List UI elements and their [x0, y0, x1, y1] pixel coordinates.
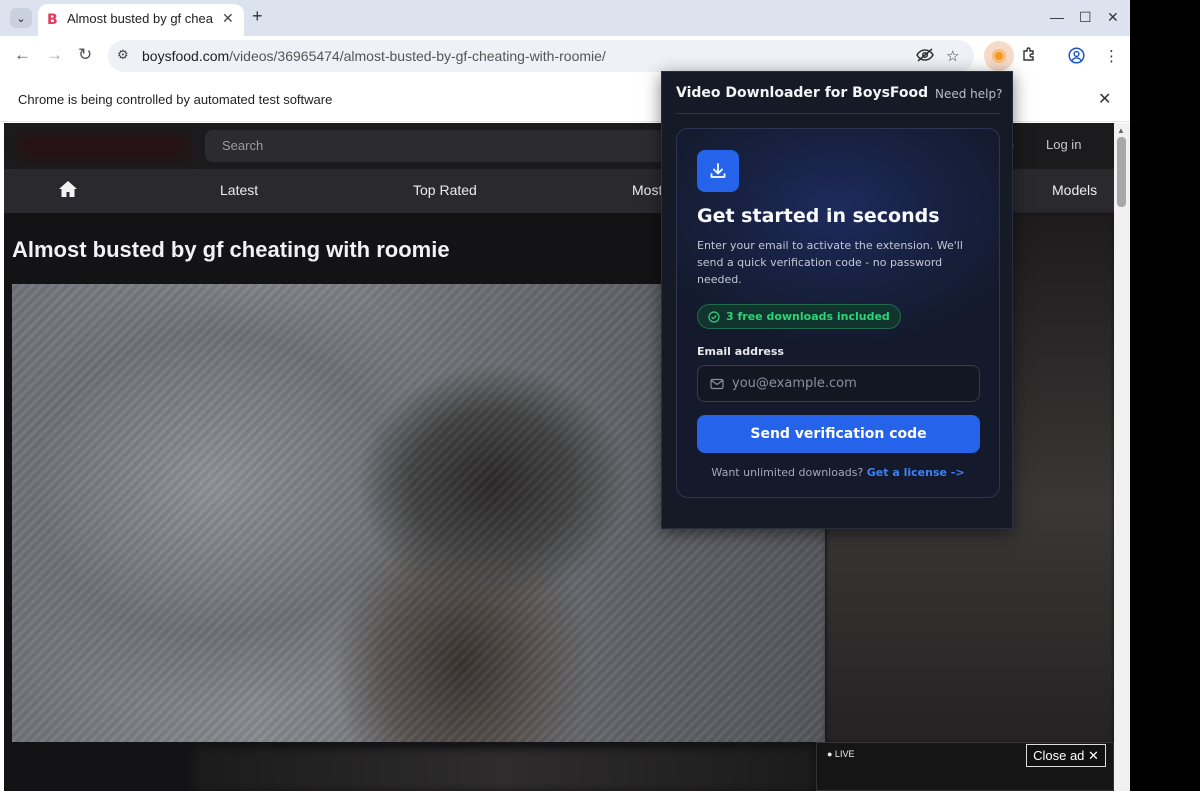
popup-title: Video Downloader for BoysFood — [676, 85, 929, 101]
desktop-background — [1130, 0, 1200, 791]
free-downloads-badge: 3 free downloads included — [697, 304, 901, 329]
license-prompt: Want unlimited downloads? — [711, 466, 864, 479]
site-logo[interactable] — [18, 133, 188, 159]
home-icon[interactable] — [58, 180, 78, 200]
nav-top-rated[interactable]: Top Rated — [413, 182, 477, 198]
close-ad-button[interactable]: Close ad ✕ — [1026, 744, 1106, 767]
login-link[interactable]: Log in — [1046, 137, 1081, 152]
page-scrollbar[interactable]: ▲ — [1114, 123, 1130, 791]
nav-most[interactable]: Most — [632, 182, 662, 198]
license-row: Want unlimited downloads? Get a license … — [677, 466, 999, 479]
nav-models[interactable]: Models — [1052, 182, 1097, 198]
site-favicon-icon: B — [47, 12, 58, 28]
maximize-button[interactable]: ☐ — [1079, 9, 1092, 26]
url-host: boysfood.com — [142, 48, 230, 64]
email-input[interactable] — [732, 366, 972, 401]
onboarding-card: Get started in seconds Enter your email … — [676, 128, 1000, 498]
card-description: Enter your email to activate the extensi… — [697, 239, 963, 286]
live-ad-widget[interactable]: ● LIVE Close ad ✕ — [816, 742, 1114, 791]
tab-active[interactable]: B Almost busted by gf chea ✕ — [38, 4, 244, 36]
browser-toolbar: ← → ↻ ⚙ boysfood.com/videos/36965474/alm… — [0, 36, 1130, 76]
email-label: Email address — [697, 345, 784, 358]
tab-strip: ⌄ B Almost busted by gf chea ✕ + — ☐ ✕ — [0, 0, 1130, 36]
card-heading: Get started in seconds — [697, 205, 940, 227]
badge-text: 3 free downloads included — [726, 310, 890, 323]
profile-avatar-icon[interactable] — [1068, 47, 1085, 68]
popup-divider — [676, 113, 1000, 114]
send-verification-button[interactable]: Send verification code — [697, 415, 980, 453]
scroll-up-icon[interactable]: ▲ — [1117, 126, 1125, 135]
reload-icon[interactable]: ↻ — [78, 45, 92, 65]
new-tab-button[interactable]: + — [252, 6, 263, 27]
back-arrow-icon[interactable]: ← — [14, 45, 31, 65]
minimize-button[interactable]: — — [1050, 9, 1064, 25]
site-info-icon[interactable]: ⚙ — [117, 47, 129, 63]
download-icon — [697, 150, 739, 192]
live-badge: ● LIVE — [827, 749, 855, 759]
bookmark-star-icon[interactable]: ☆ — [946, 47, 959, 65]
infobar-close-icon[interactable]: ✕ — [1098, 89, 1111, 109]
infobar-message: Chrome is being controlled by automated … — [18, 92, 333, 107]
search-placeholder: Search — [222, 138, 264, 153]
browser-window: ⌄ B Almost busted by gf chea ✕ + — ☐ ✕ ←… — [0, 0, 1130, 791]
tab-close-icon[interactable]: ✕ — [222, 10, 234, 27]
forward-arrow-icon[interactable]: → — [46, 45, 63, 65]
menu-kebab-icon[interactable]: ⋮ — [1104, 47, 1119, 65]
tab-search-chevron-icon[interactable]: ⌄ — [10, 8, 32, 28]
site-search-input[interactable]: Search — [205, 130, 675, 162]
extension-active-icon[interactable] — [984, 41, 1014, 71]
extensions-puzzle-icon[interactable] — [1021, 47, 1037, 67]
video-title: Almost busted by gf cheating with roomie — [12, 237, 450, 262]
tab-title: Almost busted by gf chea — [67, 11, 213, 26]
nav-latest[interactable]: Latest — [220, 182, 258, 198]
below-video-content — [194, 749, 814, 791]
email-field-wrapper — [697, 365, 980, 402]
eye-slash-icon[interactable] — [916, 47, 934, 67]
envelope-icon — [710, 377, 724, 391]
url-text[interactable]: boysfood.com/videos/36965474/almost-bust… — [142, 48, 606, 64]
address-bar[interactable]: ⚙ boysfood.com/videos/36965474/almost-bu… — [108, 40, 974, 72]
url-path: /videos/36965474/almost-busted-by-gf-che… — [229, 48, 606, 64]
need-help-link[interactable]: Need help? — [935, 87, 1002, 101]
get-license-link[interactable]: Get a license -> — [867, 466, 965, 479]
extension-popup: Video Downloader for BoysFood Need help?… — [661, 71, 1013, 529]
close-window-button[interactable]: ✕ — [1107, 9, 1119, 26]
scroll-thumb[interactable] — [1117, 137, 1126, 207]
check-circle-icon — [708, 310, 720, 323]
